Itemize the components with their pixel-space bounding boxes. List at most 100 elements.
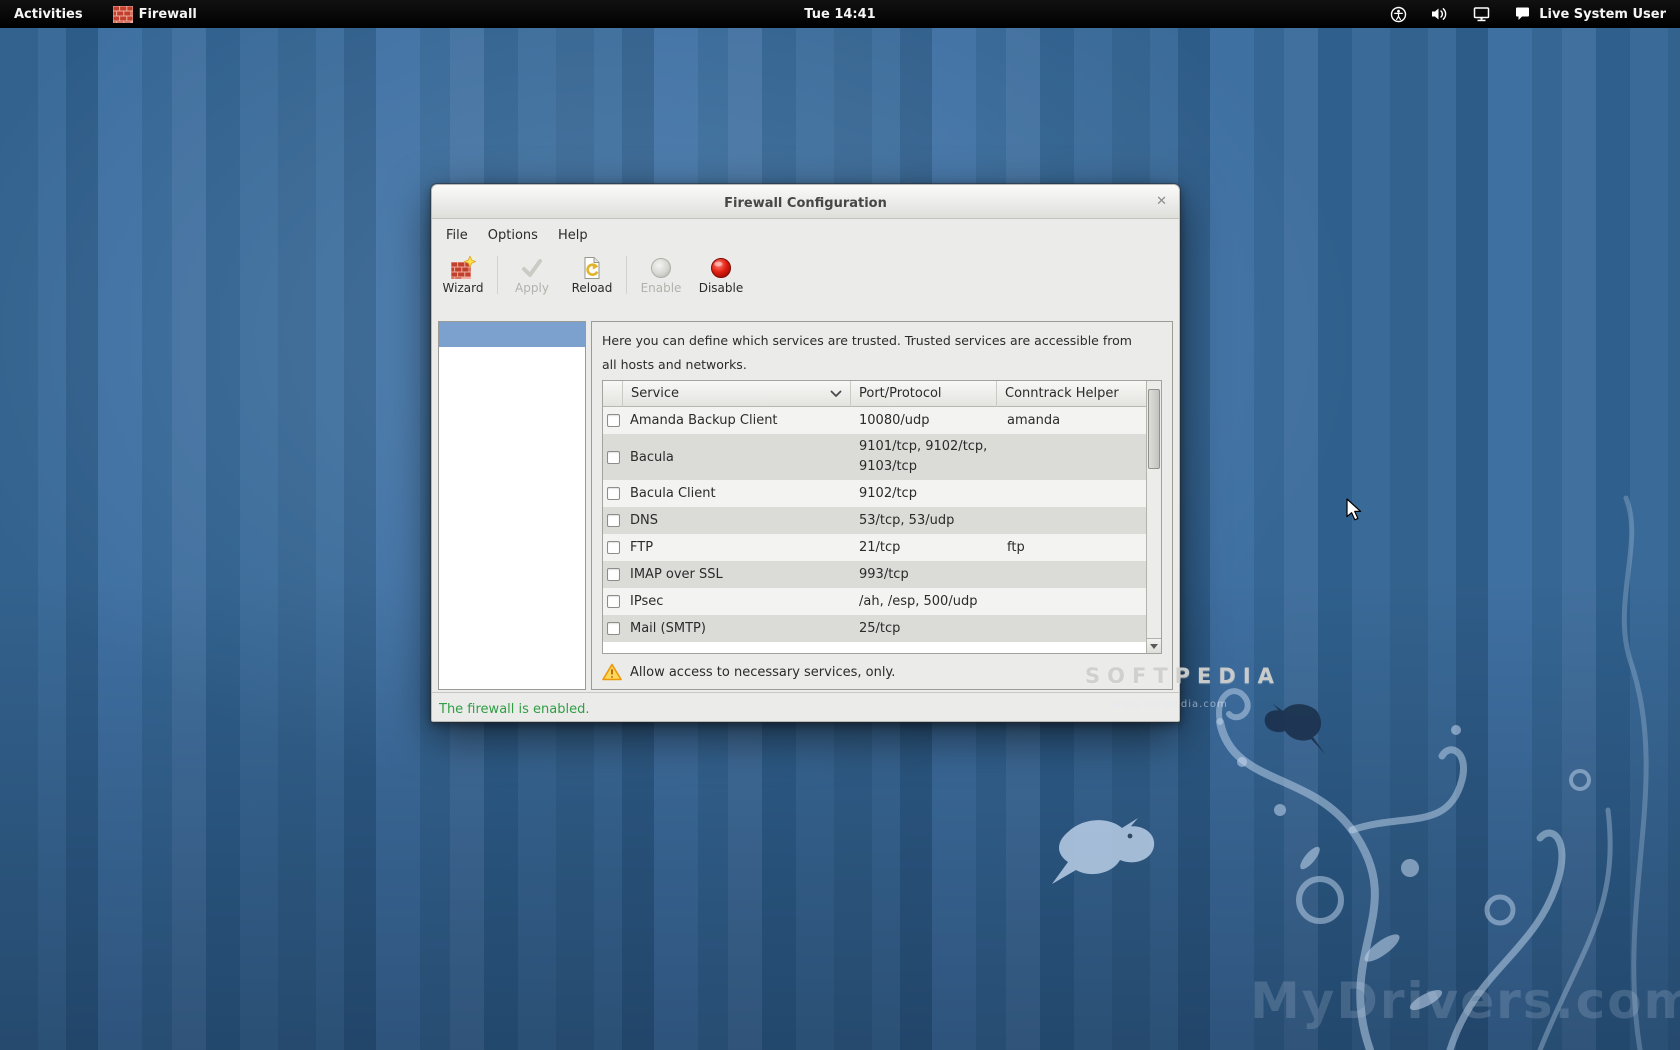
close-button[interactable]: ✕ <box>1156 185 1167 218</box>
service-port: 25/tcp <box>851 616 997 642</box>
category-list <box>438 321 586 690</box>
scrollbar-down-button[interactable] <box>1147 638 1161 653</box>
service-checkbox[interactable] <box>607 414 620 427</box>
service-name: Bacula <box>623 450 851 465</box>
services-table: Service Port/Protocol Conntrack Helper <box>602 380 1162 654</box>
service-checkbox[interactable] <box>607 487 620 500</box>
window-content: Here you can define which services are t… <box>432 300 1179 692</box>
sidebar-item[interactable] <box>439 447 585 472</box>
service-checkbox[interactable] <box>607 514 620 527</box>
table-body: Amanda Backup Client 10080/udp amanda Ba… <box>603 407 1146 653</box>
corner-watermark: MyDrivers.com <box>1250 972 1680 1030</box>
wizard-label: Wizard <box>433 281 493 296</box>
sort-descending-icon <box>830 390 842 398</box>
toolbar-separator <box>497 256 498 294</box>
service-name: DNS <box>623 513 851 528</box>
column-header-helper[interactable]: Conntrack Helper <box>997 381 1146 407</box>
table-row[interactable]: IMAP over SSL 993/tcp <box>603 561 1146 588</box>
service-name: Amanda Backup Client <box>623 413 851 428</box>
mouse-cursor <box>1346 498 1366 522</box>
reload-label: Reload <box>562 281 622 296</box>
desktop: Activities Firewall Tue 14:41 <box>0 0 1680 1050</box>
service-checkbox[interactable] <box>607 595 620 608</box>
table-row[interactable]: Bacula Client 9102/tcp <box>603 480 1146 507</box>
warning-text: Allow access to necessary services, only… <box>630 665 895 680</box>
table-row[interactable]: IPsec /ah, /esp, 500/udp <box>603 588 1146 615</box>
service-name: Mail (SMTP) <box>623 621 851 636</box>
apply-label: Apply <box>502 281 562 296</box>
bird-silhouette-light <box>1052 818 1154 884</box>
table-row[interactable]: Mail (SMTP) 25/tcp <box>603 615 1146 642</box>
disable-label: Disable <box>691 281 751 296</box>
column-header-checkbox[interactable] <box>603 381 623 407</box>
disable-ball-icon <box>709 256 733 280</box>
accessibility-icon[interactable] <box>1390 6 1407 23</box>
sidebar-item[interactable] <box>439 472 585 497</box>
softpedia-url-watermark: www.softpedia.com <box>1113 699 1228 710</box>
apply-check-icon <box>520 256 544 280</box>
menu-file[interactable]: File <box>436 220 478 251</box>
service-port: 9101/tcp, 9102/tcp, 9103/tcp <box>851 434 997 480</box>
window-title: Firewall Configuration <box>724 196 887 211</box>
status-bar: The firewall is enabled. <box>432 692 1179 722</box>
volume-icon[interactable] <box>1431 6 1449 22</box>
menu-help[interactable]: Help <box>548 220 598 251</box>
top-bar: Activities Firewall Tue 14:41 <box>0 0 1680 28</box>
scrollbar-thumb[interactable] <box>1148 389 1160 469</box>
sidebar-item[interactable] <box>439 322 585 347</box>
activities-button[interactable]: Activities <box>14 7 83 22</box>
sidebar-item[interactable] <box>439 397 585 422</box>
table-header: Service Port/Protocol Conntrack Helper <box>603 381 1146 407</box>
sidebar-item[interactable] <box>439 422 585 447</box>
service-name: IPsec <box>623 594 851 609</box>
menu-bar: File Options Help <box>432 219 1179 251</box>
service-checkbox[interactable] <box>607 622 620 635</box>
disable-button[interactable]: Disable <box>691 254 751 296</box>
chat-icon <box>1514 6 1531 22</box>
reload-document-icon <box>580 256 604 280</box>
column-header-port[interactable]: Port/Protocol <box>851 381 997 407</box>
warning-row: Allow access to necessary services, only… <box>602 663 1162 681</box>
user-menu[interactable]: Live System User <box>1514 6 1666 22</box>
sidebar-item[interactable] <box>439 347 585 372</box>
user-label: Live System User <box>1539 7 1666 22</box>
firewall-status-text: The firewall is enabled. <box>439 702 589 717</box>
service-helper: ftp <box>997 540 1146 555</box>
column-header-service[interactable]: Service <box>623 381 851 407</box>
menu-options[interactable]: Options <box>478 220 548 251</box>
trusted-services-pane: Here you can define which services are t… <box>591 321 1173 690</box>
service-checkbox[interactable] <box>607 541 620 554</box>
enable-label: Enable <box>631 281 691 296</box>
focused-app-indicator[interactable]: Firewall <box>113 6 197 23</box>
service-port: 9102/tcp <box>851 481 997 507</box>
sidebar-item[interactable] <box>439 372 585 397</box>
service-name: IMAP over SSL <box>623 567 851 582</box>
firewall-configuration-window: Firewall Configuration ✕ File Options He… <box>431 184 1180 722</box>
table-row[interactable]: Bacula 9101/tcp, 9102/tcp, 9103/tcp <box>603 434 1146 480</box>
service-port: 993/tcp <box>851 562 997 588</box>
apply-button[interactable]: Apply <box>502 254 562 296</box>
service-port: 21/tcp <box>851 535 997 561</box>
vertical-scrollbar[interactable] <box>1146 381 1161 653</box>
reload-button[interactable]: Reload <box>562 254 622 296</box>
enable-button[interactable]: Enable <box>631 254 691 296</box>
service-name: FTP <box>623 540 851 555</box>
service-checkbox[interactable] <box>607 568 620 581</box>
service-port: 53/tcp, 53/udp <box>851 508 997 534</box>
service-checkbox[interactable] <box>607 451 620 464</box>
enable-ball-icon <box>649 256 673 280</box>
table-row[interactable]: DNS 53/tcp, 53/udp <box>603 507 1146 534</box>
service-helper: amanda <box>997 413 1146 428</box>
warning-icon <box>602 663 622 681</box>
table-row[interactable]: Amanda Backup Client 10080/udp amanda <box>603 407 1146 434</box>
firewall-brick-icon <box>113 6 133 23</box>
bird-silhouette-dark <box>1265 704 1325 754</box>
table-row[interactable]: FTP 21/tcp ftp <box>603 534 1146 561</box>
service-port: 10080/udp <box>851 408 997 434</box>
toolbar-separator <box>626 256 627 294</box>
wizard-button[interactable]: Wizard <box>433 254 493 296</box>
display-icon[interactable] <box>1473 6 1490 22</box>
service-name: Bacula Client <box>623 486 851 501</box>
title-bar[interactable]: Firewall Configuration ✕ <box>432 185 1179 219</box>
toolbar: Wizard Apply <box>432 251 1179 300</box>
